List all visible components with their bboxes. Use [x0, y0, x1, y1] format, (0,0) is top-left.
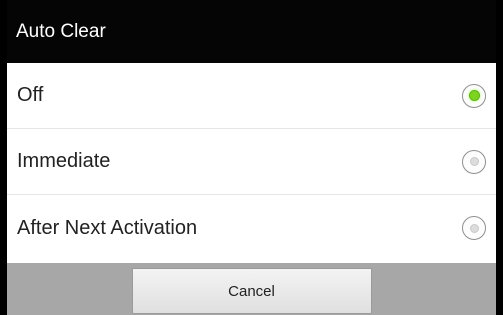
- radio-dot-icon: [469, 223, 479, 233]
- cancel-button[interactable]: Cancel: [131, 268, 372, 314]
- option-label: Off: [17, 84, 44, 106]
- radio-dot-icon: [468, 90, 480, 101]
- option-label: Immediate: [17, 150, 111, 172]
- auto-clear-dialog: Auto Clear Off Immediate After Next Acti…: [0, 0, 503, 315]
- radio-button-selected[interactable]: [462, 83, 486, 108]
- options-list: Off Immediate After Next Activation: [7, 63, 496, 261]
- radio-button[interactable]: [462, 149, 486, 174]
- option-off[interactable]: Off: [7, 63, 496, 129]
- option-label: After Next Activation: [17, 216, 198, 239]
- radio-button[interactable]: [462, 216, 486, 240]
- dialog-title: Auto Clear: [7, 0, 496, 63]
- option-immediate[interactable]: Immediate: [7, 129, 496, 195]
- option-after-next-activation[interactable]: After Next Activation: [7, 195, 496, 261]
- dialog-footer: Cancel: [7, 263, 496, 315]
- radio-dot-icon: [469, 157, 479, 166]
